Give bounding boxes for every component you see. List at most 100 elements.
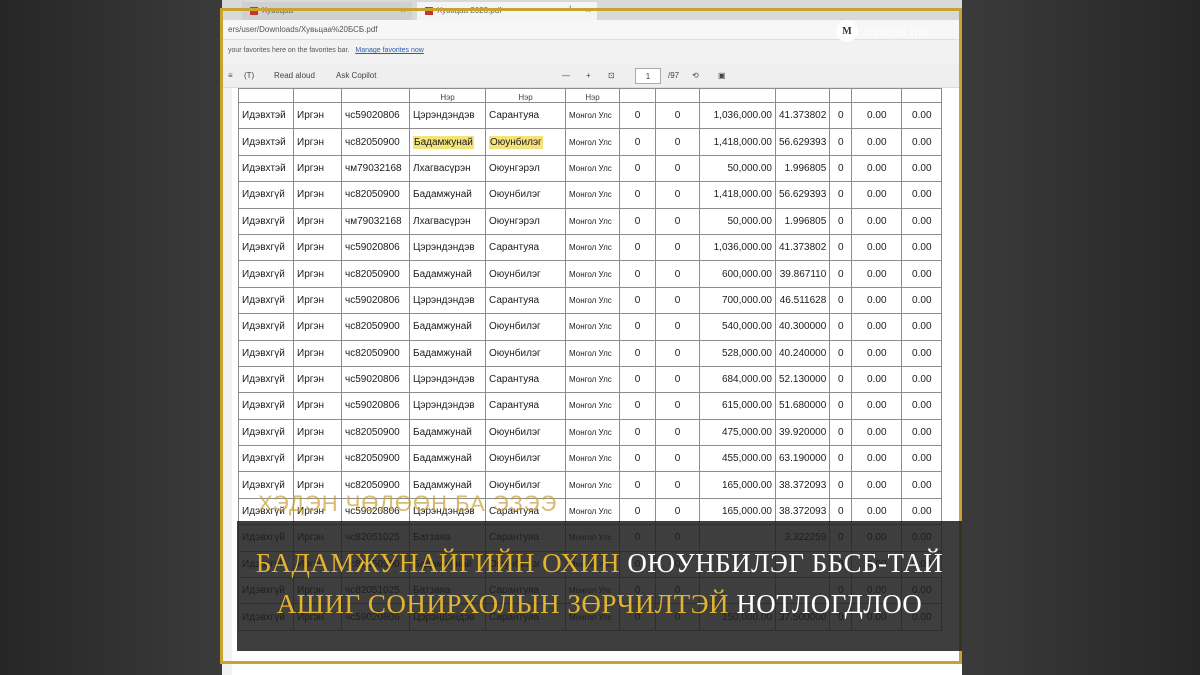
- table-cell: 0.00: [901, 313, 943, 341]
- table-cell: чс82050900: [341, 313, 410, 341]
- table-cell: Иргэн: [293, 233, 342, 262]
- manage-favorites-link[interactable]: Manage favorites now: [355, 47, 423, 54]
- table-cell: 1.996805: [774, 154, 831, 183]
- table-cell: Лхагвасүрэн: [409, 154, 486, 183]
- table-cell: 0: [619, 392, 656, 420]
- table-cell: 0.00: [851, 286, 903, 315]
- table-cell: 0: [829, 471, 853, 499]
- text-icon[interactable]: (T): [244, 71, 254, 80]
- table-cell: Оюунбилэг: [485, 418, 566, 447]
- table-cell: Монгол Улс: [565, 233, 620, 262]
- table-cell: 52.130000: [774, 365, 831, 394]
- table-cell: 0.00: [851, 207, 903, 235]
- pdf-icon: [425, 6, 433, 15]
- table-cell: Лхагвасүрэн: [409, 207, 486, 235]
- table-cell: Иргэн: [293, 339, 342, 367]
- table-cell: Идэвхгүй: [238, 260, 294, 288]
- table-cell: Иргэн: [293, 445, 342, 473]
- table-cell: 0: [829, 445, 853, 473]
- table-cell: 0.00: [901, 471, 943, 499]
- table-cell: 0.00: [851, 418, 903, 447]
- favorites-hint: your favorites here on the favorites bar…: [228, 47, 350, 54]
- page-number-input[interactable]: 1: [635, 68, 661, 84]
- table-cell: 684,000.00: [699, 365, 776, 394]
- table-cell: 0.00: [851, 445, 903, 473]
- table-row: ИдэвхгүйИргэнчс82050900БадамжунайОюунбил…: [238, 313, 943, 341]
- table-cell: 615,000.00: [699, 392, 776, 420]
- table-cell: Монгол Улс: [565, 286, 620, 315]
- table-cell: 0.00: [901, 101, 943, 130]
- zoom-out-icon[interactable]: —: [562, 71, 570, 80]
- table-cell: 1,418,000.00: [699, 181, 776, 209]
- table-cell: Бадамжунай: [409, 339, 486, 367]
- close-icon[interactable]: ×: [586, 5, 591, 15]
- table-cell: чс82050900: [341, 445, 410, 473]
- table-cell: 0: [619, 445, 656, 473]
- table-cell: 475,000.00: [699, 418, 776, 447]
- table-cell: 0.00: [851, 233, 903, 262]
- header-cell: Нэр: [485, 88, 566, 103]
- header-cell: Нэр: [409, 88, 486, 103]
- close-icon[interactable]: ×: [401, 5, 406, 15]
- table-cell: 0.00: [901, 365, 943, 394]
- table-cell: 63.190000: [774, 445, 831, 473]
- table-cell: Монгол Улс: [565, 392, 620, 420]
- highlighted-name: Бадамжунай: [413, 135, 474, 149]
- table-cell: чм79032168: [341, 207, 410, 235]
- table-cell: Иргэн: [293, 286, 342, 315]
- table-cell: 600,000.00: [699, 260, 776, 288]
- table-cell: 0: [829, 207, 853, 235]
- table-cell: Бадамжунай: [409, 260, 486, 288]
- table-cell: Идэвхтэй: [238, 128, 294, 156]
- table-cell: 0: [655, 128, 700, 156]
- new-tab-icon[interactable]: +: [567, 3, 573, 15]
- table-cell: Монгол Улс: [565, 313, 620, 341]
- caption-banner: [237, 521, 962, 651]
- table-cell: 41.373802: [774, 233, 831, 262]
- table-cell: 1,418,000.00: [699, 128, 776, 156]
- table-cell: чс82050900: [341, 260, 410, 288]
- table-cell: 0.00: [901, 207, 943, 235]
- table-cell: Монгол Улс: [565, 154, 620, 183]
- table-row: ИдэвхгүйИргэнчс59020806ЦэрэндэндэвСарант…: [238, 365, 943, 394]
- table-cell: 1,036,000.00: [699, 233, 776, 262]
- page-total: /97: [668, 71, 680, 80]
- table-cell: 0: [655, 154, 700, 183]
- table-header-row: Нэр Нэр Нэр: [238, 88, 943, 103]
- tab-bar: Хувьцаа × Хувьцаа 2023.pdf × +: [222, 0, 962, 20]
- table-cell: 0.00: [901, 154, 943, 183]
- caption-line-1-gold: БАДАМЖУНАЙГИЙН ОХИН: [255, 548, 621, 578]
- table-row: ИдэвхгүйИргэнчс82050900БадамжунайОюунбил…: [238, 181, 943, 209]
- table-cell: 0.00: [901, 286, 943, 315]
- table-cell: 46.511628: [774, 286, 831, 315]
- header-cell: [851, 88, 903, 103]
- table-row: ИдэвхгүйИргэнчс82050900БадамжунайОюунбил…: [238, 260, 943, 288]
- rotate-icon[interactable]: ⟲: [692, 71, 699, 80]
- table-cell: Иргэн: [293, 365, 342, 394]
- table-cell: Монгол Улс: [565, 128, 620, 156]
- table-cell: 0: [619, 233, 656, 262]
- table-cell: Монгол Улс: [565, 339, 620, 367]
- header-cell: Нэр: [565, 88, 620, 103]
- table-cell: 0: [655, 207, 700, 235]
- table-cell: Оюунгэрэл: [485, 154, 566, 183]
- header-cell: [829, 88, 853, 103]
- table-cell: Цэрэндэндэв: [409, 233, 486, 262]
- table-cell: Иргэн: [293, 260, 342, 288]
- page-view-icon[interactable]: ▣: [718, 71, 726, 80]
- caption-line-2-white: НОТЛОГДЛОО: [736, 589, 923, 619]
- table-cell: 0: [619, 471, 656, 499]
- browser-tab-1[interactable]: Хувьцаа ×: [242, 2, 412, 20]
- table-cell: 0.00: [901, 418, 943, 447]
- table-cell: 0: [655, 286, 700, 315]
- table-row: Идэвхтэй Иргэн чм79032168 Лхагвасүрэн Оюунгэ…: [238, 154, 943, 183]
- zoom-in-icon[interactable]: +: [586, 71, 591, 80]
- read-aloud-button[interactable]: Read aloud: [274, 71, 315, 80]
- table-cell: 0: [619, 101, 656, 130]
- mpress-logo-text: mpress.mn: [864, 23, 929, 39]
- fit-page-icon[interactable]: ⊡: [608, 71, 615, 80]
- table-cell: Иргэн: [293, 128, 342, 156]
- filter-icon[interactable]: ≡: [228, 71, 233, 80]
- table-cell: 0: [829, 392, 853, 420]
- ask-copilot-button[interactable]: Ask Copilot: [336, 71, 376, 80]
